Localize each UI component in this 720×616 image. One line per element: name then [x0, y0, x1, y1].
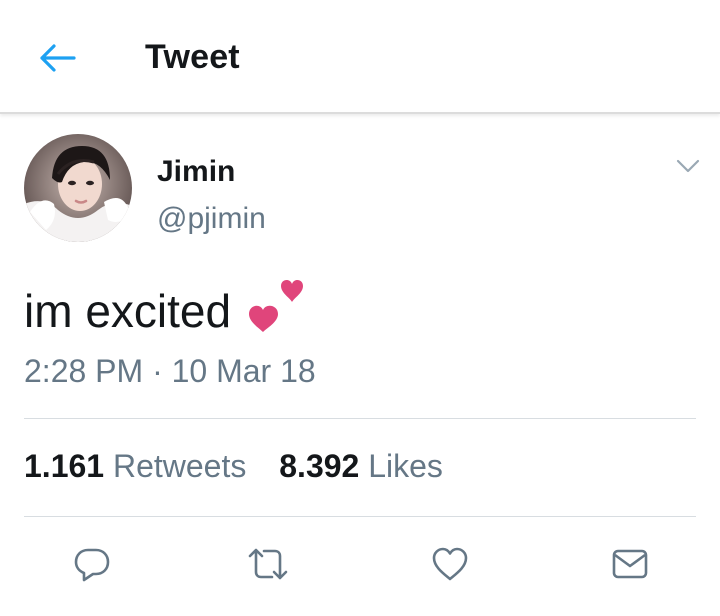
retweets-count: 1.161 [24, 448, 105, 484]
envelope-icon [612, 549, 648, 579]
back-button[interactable] [30, 38, 82, 78]
avatar[interactable] [24, 134, 132, 242]
author-name[interactable]: Jimin [157, 155, 235, 189]
author-handle[interactable]: @pjimin [157, 202, 266, 236]
divider [24, 516, 696, 517]
retweet-icon [248, 548, 288, 580]
like-button[interactable] [422, 536, 478, 592]
tweet-stats: 1.161 Retweets 8.392 Likes [24, 448, 443, 485]
reply-icon [74, 548, 110, 582]
tweet-body: im excited [24, 276, 311, 345]
likes-count: 8.392 [279, 448, 360, 484]
page-title: Tweet [145, 38, 240, 76]
tweet-timestamp[interactable]: 2:28 PM · 10 Mar 18 [24, 353, 316, 390]
retweet-button[interactable] [240, 536, 296, 592]
chevron-down-icon [676, 159, 700, 173]
reply-button[interactable] [64, 536, 120, 592]
two-hearts-icon [245, 276, 311, 345]
back-arrow-icon [40, 44, 76, 72]
share-button[interactable] [602, 536, 658, 592]
action-bar [0, 536, 720, 592]
tweet-menu-button[interactable] [672, 150, 704, 182]
likes-label: Likes [368, 448, 443, 484]
top-bar: Tweet [0, 0, 720, 114]
retweets-stat[interactable]: 1.161 Retweets [24, 448, 246, 485]
heart-icon [432, 547, 468, 581]
likes-stat[interactable]: 8.392 Likes [279, 448, 443, 485]
tweet-text: im excited [24, 284, 232, 337]
retweets-label: Retweets [112, 448, 247, 484]
avatar-photo [24, 134, 132, 242]
divider [24, 418, 696, 419]
